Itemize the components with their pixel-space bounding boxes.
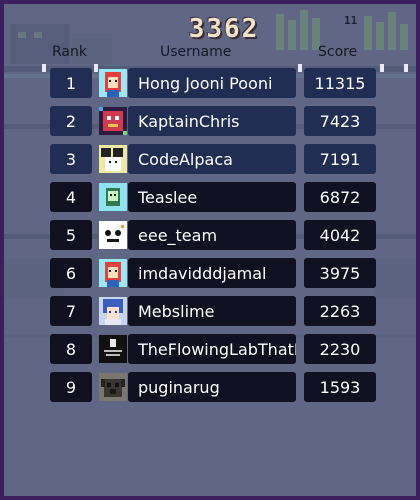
cyan-girl-avatar-icon [99,259,127,287]
white-face-avatar-icon [99,221,127,249]
score-cell: 11315 [304,68,376,98]
leaderboard-row: 9 puginarug 1593 [4,372,416,402]
username-cell: CodeAlpaca [128,144,296,174]
score-cell: 7423 [304,106,376,136]
rank-cell: 5 [50,220,92,250]
alpaca-avatar-icon [99,145,127,173]
leaderboard-row: 7 Mebslime 2263 [4,296,416,326]
username-cell: imdavidddjamal [128,258,296,288]
score-cell: 7191 [304,144,376,174]
username-cell: eee_team [128,220,296,250]
game-title-text: 3362 [188,14,260,44]
score-cell: 4042 [304,220,376,250]
cyan-girl-avatar-icon [99,69,127,97]
rank-cell: 1 [50,68,92,98]
rank-column-header: Rank [52,44,87,60]
rank-cell: 3 [50,144,92,174]
rank-cell: 2 [50,106,92,136]
username-cell: KaptainChris [128,106,296,136]
green-ghost-avatar-icon [99,183,127,211]
rank-cell: 6 [50,258,92,288]
username-cell: puginarug [128,372,296,402]
pug-avatar-icon [99,373,127,401]
score-cell: 1593 [304,372,376,402]
rank-cell: 4 [50,182,92,212]
anime-avatar-icon [99,297,127,325]
rank-cell: 7 [50,296,92,326]
leaderboard-row: 2 KaptainChris 7423 [4,106,416,136]
game-title-logo: 3362 [170,16,278,42]
score-cell: 2230 [304,334,376,364]
corner-counter: 11 [344,14,358,27]
score-cell: 2263 [304,296,376,326]
username-cell: Hong Jooni Pooni [128,68,296,98]
leaderboard-screen: 3362 11 Rank Username Score 1 Hong Jooni… [0,0,420,500]
score-column-header: Score [318,44,358,60]
leaderboard-row: 1 Hong Jooni Pooni 11315 [4,68,416,98]
username-column-header: Username [160,44,232,60]
red-pixel-avatar-icon [99,107,127,135]
leaderboard-row: 8 TheFlowingLabThatF 2230 [4,334,416,364]
leaderboard-row: 6 imdavidddjamal 3975 [4,258,416,288]
leaderboard-row: 5 eee_team 4042 [4,220,416,250]
username-cell: TheFlowingLabThatF [128,334,296,364]
dark-logo-avatar-icon [99,335,127,363]
username-cell: Teaslee [128,182,296,212]
username-cell: Mebslime [128,296,296,326]
rank-cell: 8 [50,334,92,364]
score-cell: 6872 [304,182,376,212]
leaderboard-row: 4 Teaslee 6872 [4,182,416,212]
score-cell: 3975 [304,258,376,288]
leaderboard-row: 3 CodeAlpaca 7191 [4,144,416,174]
rank-cell: 9 [50,372,92,402]
